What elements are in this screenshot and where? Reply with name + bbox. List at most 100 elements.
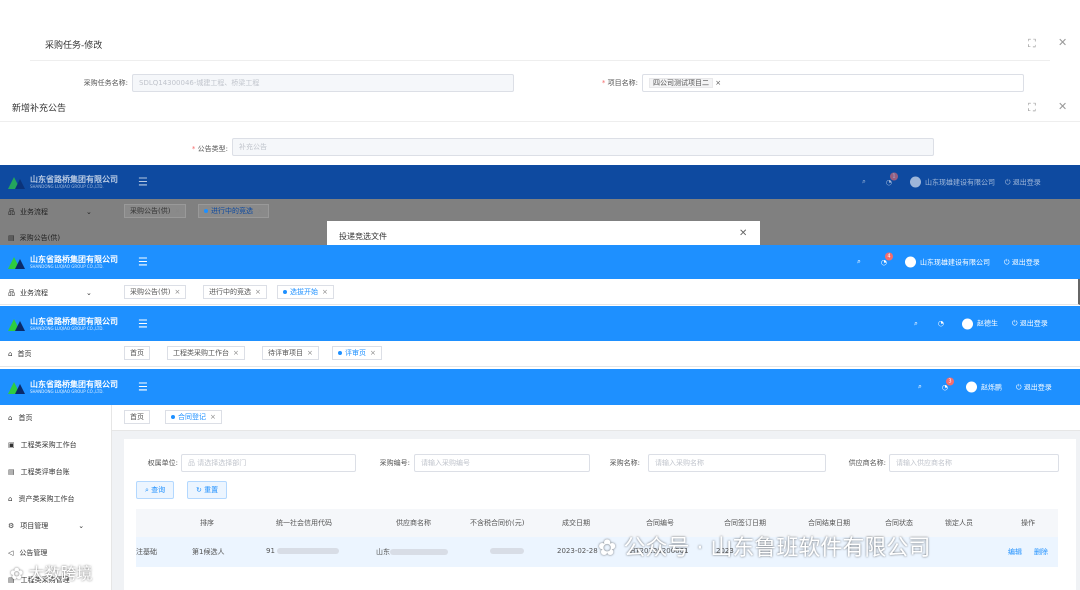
tab-close-icon[interactable]: × [322,288,328,296]
dimmed-content: 品业务流程 ⌄ ▤ 采购公告(供) 采购公告(供) × 进行中的竞选 × 投递竞选文件 … [0,199,1080,245]
fullscreen-icon[interactable]: ⛶ [1028,37,1036,51]
notification-badge: 3 [945,377,954,385]
user-name: 赵烁鹏 [981,383,1003,391]
tab-close-icon[interactable]: × [370,349,376,357]
send-icon: ◁ [8,549,14,557]
tab-close-icon[interactable]: × [233,349,239,357]
search-icon[interactable]: ⌕ [914,319,918,328]
tag-close-icon[interactable]: × [715,79,721,87]
dialog-supplement-notice: 新增补充公告 ⛶ ✕ * 公告类型: 补充公告 [0,97,1080,165]
tab-label: 首页 [130,349,144,357]
document-icon: ▤ [8,468,15,476]
user-area: ⌕ ◔ 1 山东现雄建设有限公司 ⏻ 退出登录 [862,172,1041,188]
bell-icon[interactable]: ◔ 3 [942,377,954,391]
sidebar-item-notice[interactable]: ▤ 采购公告(供) [8,233,60,243]
user-area: ⌕ ◔ 4 山东现雄建设有限公司 ⏻ 退出登录 [857,252,1040,268]
cell-action-edit[interactable]: 编辑 [1008,547,1022,557]
notification-badge: 1 [889,172,898,180]
company-logo: 山东省路桥集团有限公司 SHANDONG LUQIAO GROUP CO.,LTD… [8,255,118,269]
tab-label: 合同登记 [178,413,206,421]
tab-label: 进行中的竞选 [211,207,253,215]
logout-label: 退出登录 [1019,319,1048,328]
company-name: 山东省路桥集团有限公司 [30,255,118,264]
filter-input-name[interactable]: 请输入采购名称 [648,454,826,472]
divider [30,60,1050,61]
close-icon[interactable]: ✕ [739,228,747,239]
tab-notice[interactable]: 采购公告(供) × [124,204,187,218]
tab-pending-review[interactable]: 待评审项目 × [262,346,319,360]
filter-input-code[interactable]: 请输入采购编号 [414,454,590,472]
bell-icon[interactable]: ◔ 1 [886,172,898,186]
fullscreen-icon[interactable]: ⛶ [1028,101,1036,115]
bell-icon[interactable]: ◔ [938,320,944,328]
tab-close-icon[interactable]: × [174,207,180,215]
user-name: 赵德生 [977,319,999,328]
col-end-date: 合同结束日期 [808,519,850,527]
sidebar-item-process[interactable]: 品业务流程 ⌄ [8,207,92,217]
tab-close-icon[interactable]: × [307,349,313,357]
search-icon[interactable]: ⌕ [862,178,866,187]
sidebar-item-label: 采购公告(供) [19,234,61,242]
task-name-input[interactable]: SDLQ14300046-城建工程、桥梁工程 [132,74,514,92]
dialog-title: 新增补充公告 [12,104,67,114]
tab-workbench[interactable]: 工程类采购工作台 × [167,346,245,360]
sidebar-item-label: 业务流程 [20,289,48,297]
tab-notice[interactable]: 采购公告(供) × [124,285,187,299]
tab-close-icon[interactable]: × [255,288,261,296]
dialog-edit-task: 采购任务-修改 ⛶ ✕ 采购任务名称: SDLQ14300046-城建工程、桥梁… [0,0,1080,97]
filter-label-name: 采购名称: [609,459,640,467]
sidebar-item-home[interactable]: ⌂ 首页 [8,413,32,423]
filter-input-supplier[interactable]: 请输入供应商名称 [889,454,1059,472]
company-name-en: SHANDONG LUQIAO GROUP CO.,LTD. [30,325,104,331]
logout-button[interactable]: ⏻ 退出登录 [1012,319,1048,329]
sidebar-item-process[interactable]: 品业务流程 ⌄ [8,288,92,298]
tab-close-icon[interactable]: × [174,288,180,296]
cell-price [490,547,524,555]
sidebar-item-eng-ledger[interactable]: ▤ 工程类评审台账 [8,467,70,477]
tab-close-icon[interactable]: × [210,413,216,421]
company-name-en: SHANDONG LUQIAO GROUP CO.,LTD. [30,389,104,394]
project-name-select[interactable]: 四公司测试项目二 × [642,74,1024,92]
close-icon[interactable]: ✕ [1058,100,1067,113]
company-name: 山东省路桥集团有限公司 [30,380,118,389]
tab-ongoing[interactable]: 进行中的竞选 × [198,204,269,218]
sidebar-item-eng-workbench[interactable]: ▣ 工程类采购工作台 [8,440,77,450]
tab-review-page[interactable]: 评审页 × [332,346,382,360]
notice-type-select[interactable]: 补充公告 [232,138,934,156]
tab-home[interactable]: 首页 [124,346,150,360]
search-icon[interactable]: ⌕ [918,383,922,392]
tab-bar: ⌂ 首页 首页 工程类采购工作台 × 待评审项目 × 评审页 × [0,341,1080,367]
cell-action-delete[interactable]: 删除 [1034,547,1048,557]
col-credit-code: 统一社会信用代码 [276,519,332,527]
reset-button[interactable]: ↻ 重置 [187,481,228,499]
home-icon: ⌂ [8,414,13,422]
sidebar-item-notices[interactable]: ◁ 公告管理 [8,548,47,558]
tab-selection[interactable]: 选拔开始 × [277,285,334,299]
logout-button[interactable]: ⏻ 退出登录 [1005,177,1041,187]
sidebar-item-label: 首页 [17,350,32,358]
bell-icon[interactable]: ◔ 4 [881,252,893,266]
sidebar-item-projects[interactable]: ⚙ 项目管理 ⌄ [8,521,84,531]
filter-input-unit[interactable]: 品 请选择选择部门 [181,454,356,472]
menu-toggle-icon[interactable]: ☰ [138,317,148,330]
close-icon[interactable]: ✕ [1058,36,1067,49]
col-sign-date: 合同签订日期 [724,519,766,527]
tab-home[interactable]: 首页 [124,410,150,424]
menu-toggle-icon[interactable]: ☰ [138,381,148,394]
notice-type-label: * 公告类型: [191,145,228,153]
sidebar-item-asset-workbench[interactable]: ⌂ 资产类采购工作台 [8,494,74,504]
tab-close-icon[interactable]: × [257,207,263,215]
sidebar-item-label: 项目管理 [20,522,49,530]
tab-ongoing[interactable]: 进行中的竞选 × [203,285,267,299]
search-button[interactable]: ⌕ 查询 [136,481,175,499]
tab-contract-register[interactable]: 合同登记 × [165,410,222,424]
filter-label-supplier: 供应商名称: [848,459,886,467]
logout-button[interactable]: ⏻ 退出登录 [1004,257,1040,267]
search-icon[interactable]: ⌕ [857,258,861,267]
sidebar-item-home[interactable]: ⌂ 首页 [8,349,31,359]
menu-toggle-icon[interactable]: ☰ [138,256,148,269]
watermark-left-text: 大数跨境 [28,564,93,583]
cell-deal-date: 2023-02-28 [557,547,598,555]
menu-toggle-icon[interactable]: ☰ [138,176,148,189]
logout-button[interactable]: ⏻ 退出登录 [1016,382,1052,392]
